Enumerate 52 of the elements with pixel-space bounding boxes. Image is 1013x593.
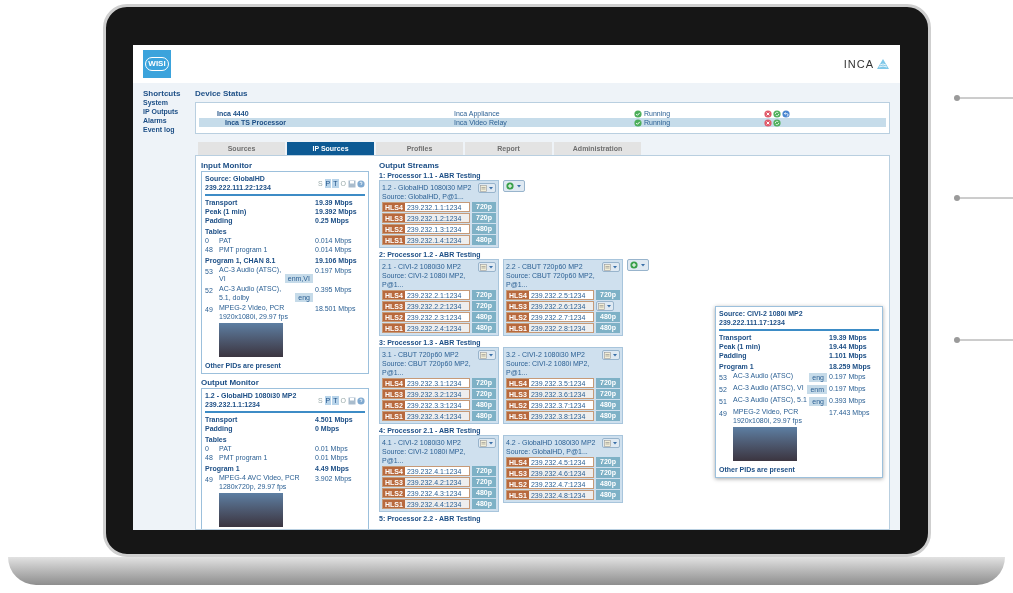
menu-button[interactable] [478, 183, 496, 193]
video-thumbnail [219, 493, 283, 527]
section-title: Input Monitor [201, 160, 254, 171]
caret-icon [612, 264, 618, 270]
caret-icon [488, 264, 494, 270]
plus-icon [630, 261, 638, 269]
callout-line [953, 194, 1013, 202]
section-title: Output Streams [379, 160, 440, 171]
document-icon [480, 263, 487, 271]
document-icon [604, 263, 611, 271]
document-icon [598, 302, 605, 310]
plus-icon [506, 182, 514, 190]
caret-icon [606, 303, 612, 309]
add-button[interactable] [503, 180, 525, 192]
caret-icon [640, 262, 646, 268]
section-title: Output Monitor [201, 377, 260, 388]
wisi-logo: WISI [143, 50, 171, 78]
stop-icon[interactable] [764, 118, 772, 127]
caret-icon [612, 352, 618, 358]
video-thumbnail [219, 323, 283, 357]
stop-icon[interactable] [764, 109, 772, 118]
menu-button[interactable] [478, 262, 496, 272]
caret-icon [516, 183, 522, 189]
video-thumbnail [733, 427, 797, 461]
refresh-icon[interactable] [773, 109, 781, 118]
save-icon[interactable] [348, 396, 356, 405]
document-icon [480, 439, 487, 447]
save-icon[interactable] [348, 179, 356, 188]
help-icon[interactable] [357, 396, 365, 405]
document-icon [480, 351, 487, 359]
caret-icon [488, 352, 494, 358]
menu-button[interactable] [602, 438, 620, 448]
undo-icon[interactable] [782, 109, 790, 118]
section-title: Device Status [195, 89, 249, 99]
menu-button[interactable] [478, 438, 496, 448]
shortcuts-title: Shortcuts [143, 89, 182, 98]
add-button[interactable] [627, 259, 649, 271]
menu-button[interactable] [602, 350, 620, 360]
help-icon[interactable] [357, 179, 365, 188]
callout-line [953, 94, 1013, 102]
document-icon [480, 184, 487, 192]
callout-line [953, 336, 1013, 344]
caret-icon [488, 185, 494, 191]
refresh-icon[interactable] [773, 118, 781, 127]
caret-icon [612, 440, 618, 446]
document-icon [604, 351, 611, 359]
document-icon [604, 439, 611, 447]
menu-button[interactable] [478, 350, 496, 360]
caret-icon [488, 440, 494, 446]
menu-button[interactable] [602, 262, 620, 272]
menu-button[interactable] [596, 301, 614, 311]
inca-logo: INCA [843, 55, 890, 73]
